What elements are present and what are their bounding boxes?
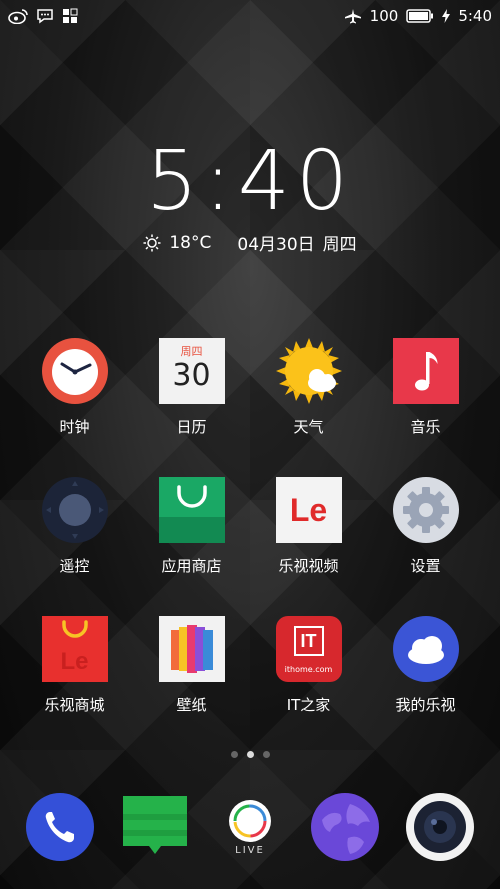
le-video-icon: Le (275, 477, 342, 543)
airplane-icon (344, 9, 361, 24)
cloud-icon (392, 616, 459, 682)
app-label: 时钟 (59, 418, 90, 436)
app-music[interactable]: 音乐 (378, 338, 474, 477)
calendar-day: 30 (172, 358, 211, 393)
app-remote[interactable]: 遥控 (27, 477, 123, 616)
status-bar-right: 100 5:40 (344, 7, 492, 25)
browser-globe-icon[interactable] (310, 792, 380, 862)
weibo-icon (8, 9, 28, 24)
app-label: 壁纸 (176, 696, 207, 714)
app-grid: 时钟 周四 30 日历 天气 音乐 遥控 应用商店 Le 乐视视频 设置 Le … (0, 338, 500, 755)
le-mall-icon: Le (41, 616, 108, 682)
app-label: 乐视商城 (44, 696, 105, 714)
camera-icon[interactable] (405, 792, 475, 862)
page-dot[interactable] (262, 751, 270, 758)
clock-widget[interactable]: 5:40 18°C 04月30日 周四 (0, 140, 500, 255)
app-wallpaper[interactable]: 壁纸 (144, 616, 240, 755)
app-row: Le 乐视商城 壁纸 IT ithome.com IT之家 我的乐视 (0, 616, 500, 755)
ithome-icon: IT ithome.com (275, 616, 342, 682)
app-ithome[interactable]: IT ithome.com IT之家 (261, 616, 357, 755)
status-bar: 100 5:40 (0, 0, 500, 32)
charging-bolt-icon (442, 9, 451, 23)
dock: LIVE (0, 792, 500, 862)
app-settings[interactable]: 设置 (378, 477, 474, 616)
remote-icon (41, 477, 108, 543)
grid-app-icon (63, 8, 78, 23)
app-label: 遥控 (59, 557, 90, 575)
app-clock[interactable]: 时钟 (27, 338, 123, 477)
app-label: 我的乐视 (395, 696, 456, 714)
le-mall-logo-text: Le (60, 648, 89, 675)
app-row: 遥控 应用商店 Le 乐视视频 设置 (0, 477, 500, 616)
messages-icon[interactable] (120, 792, 190, 862)
app-label: 应用商店 (161, 557, 222, 575)
status-bar-left (8, 8, 78, 24)
battery-icon (406, 9, 434, 23)
app-label: 乐视视频 (278, 557, 339, 575)
app-store[interactable]: 应用商店 (144, 477, 240, 616)
ithome-logo-text: IT (300, 630, 317, 651)
page-dot[interactable] (230, 751, 238, 758)
message-icon (37, 9, 53, 24)
shopping-bag-icon (158, 477, 225, 543)
page-dot-active[interactable] (246, 751, 254, 758)
temperature: 18°C (169, 232, 212, 253)
ithome-logo-box: IT (293, 626, 324, 656)
battery-level-text: 100 (369, 7, 399, 25)
le-logo-text: Le (289, 491, 328, 528)
bag-handle (61, 620, 88, 638)
app-label: 音乐 (410, 418, 441, 436)
live-app[interactable]: LIVE (215, 792, 285, 862)
calendar-weekday: 周四 (180, 345, 203, 358)
wallpaper-icon (158, 616, 225, 682)
app-label: IT之家 (286, 696, 331, 714)
weekday: 周四 (322, 235, 357, 255)
app-row: 时钟 周四 30 日历 天气 音乐 (0, 338, 500, 477)
ithome-logo-subtext: ithome.com (284, 665, 333, 674)
live-icon (228, 799, 271, 842)
page-indicator (0, 751, 500, 758)
music-note-icon (392, 338, 459, 404)
phone-icon[interactable] (25, 792, 95, 862)
settings-gear-icon (392, 477, 459, 543)
calendar-icon: 周四 30 (158, 338, 225, 404)
app-my-letv[interactable]: 我的乐视 (378, 616, 474, 755)
app-le-video[interactable]: Le 乐视视频 (261, 477, 357, 616)
live-label: LIVE (235, 844, 265, 856)
weather-icon (275, 338, 342, 404)
date: 04月30日 (237, 235, 315, 255)
app-le-mall[interactable]: Le 乐视商城 (27, 616, 123, 755)
big-time: 5:40 (145, 134, 355, 229)
app-calendar[interactable]: 周四 30 日历 (144, 338, 240, 477)
app-weather[interactable]: 天气 (261, 338, 357, 477)
status-time: 5:40 (458, 7, 492, 25)
app-label: 日历 (176, 418, 207, 436)
date-line: 18°C 04月30日 周四 (0, 230, 500, 255)
app-label: 设置 (410, 557, 441, 575)
clock-icon (41, 338, 108, 404)
app-label: 天气 (293, 418, 324, 436)
sun-icon (143, 234, 161, 251)
